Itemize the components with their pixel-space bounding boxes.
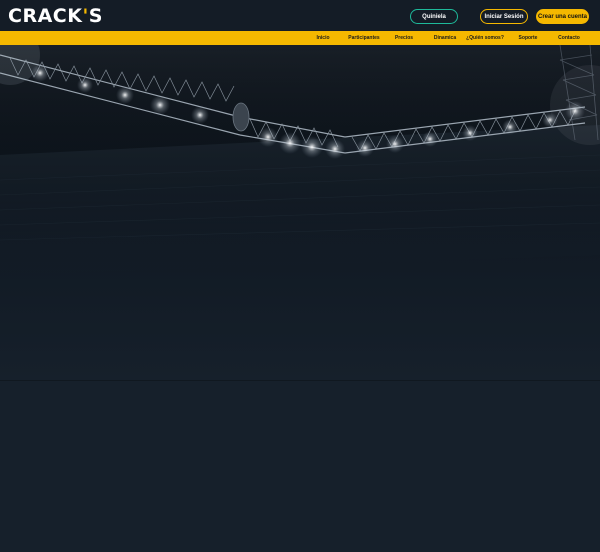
top-header: CRACK'S Quiniela Iniciar Sesión Crear un… xyxy=(0,0,600,31)
login-button[interactable]: Iniciar Sesión xyxy=(480,9,528,24)
nav-item-quien-somos[interactable]: ¿Quién somos? xyxy=(466,31,504,45)
nav-item-inicio[interactable]: Inicio xyxy=(316,31,329,45)
nav-item-precios[interactable]: Precios xyxy=(395,31,413,45)
nav-item-participantes[interactable]: Participantes xyxy=(348,31,379,45)
hero-banner xyxy=(0,45,600,381)
create-account-button[interactable]: Crear una cuenta xyxy=(536,9,589,24)
main-nav: Inicio Participantes Precios Dinamica ¿Q… xyxy=(0,31,600,45)
nav-item-contacto[interactable]: Contacto xyxy=(558,31,580,45)
nav-item-soporte[interactable]: Soporte xyxy=(519,31,538,45)
nav-item-dinamica[interactable]: Dinamica xyxy=(434,31,456,45)
quiniela-button[interactable]: Quiniela xyxy=(410,9,458,24)
cracks-logo[interactable]: CRACK'S xyxy=(8,6,103,26)
stadium-background-image xyxy=(0,45,600,275)
content-area xyxy=(0,380,600,552)
